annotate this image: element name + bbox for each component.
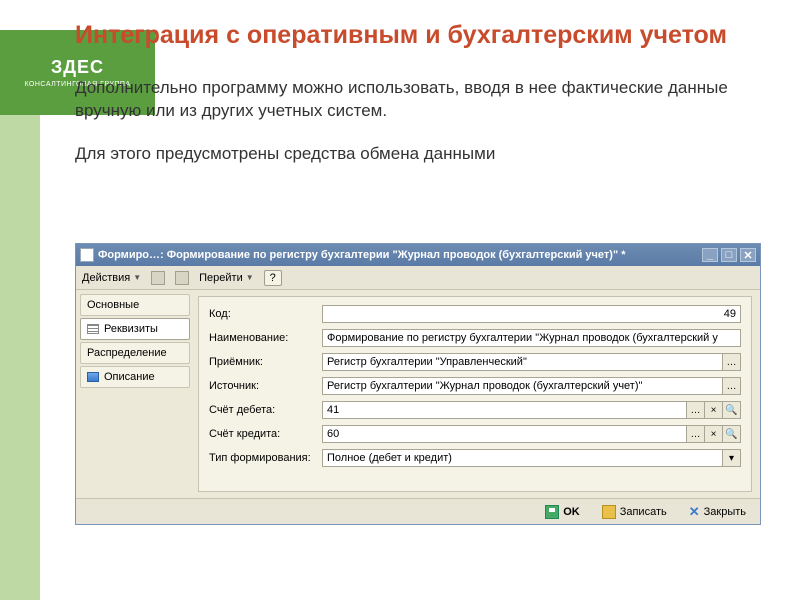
sidebar-item-main[interactable]: Основные xyxy=(80,294,190,316)
code-label: Код: xyxy=(209,308,314,320)
actions-label: Действия xyxy=(82,272,130,284)
receiver-select-button[interactable]: … xyxy=(723,353,741,371)
sidebar-item-description[interactable]: Описание xyxy=(80,366,190,388)
name-input[interactable] xyxy=(322,329,741,347)
type-label: Тип формирования: xyxy=(209,452,314,464)
help-icon: ? xyxy=(270,272,276,284)
close-label: Закрыть xyxy=(704,506,746,518)
description-icon xyxy=(87,372,99,382)
slide-title: Интеграция с оперативным и бухгалтерским… xyxy=(75,20,755,51)
credit-clear-button[interactable]: × xyxy=(705,425,723,443)
chevron-down-icon: ▼ xyxy=(246,273,254,282)
type-dropdown-button[interactable]: ▾ xyxy=(723,449,741,467)
receiver-input[interactable] xyxy=(322,353,723,371)
document-icon xyxy=(80,248,94,262)
disk-icon xyxy=(602,505,616,519)
sidebar-item-distribution[interactable]: Распределение xyxy=(80,342,190,364)
titlebar[interactable]: Формиро…: Формирование по регистру бухга… xyxy=(76,244,760,266)
go-menu[interactable]: Перейти ▼ xyxy=(199,272,254,284)
sidebar-label: Реквизиты xyxy=(104,323,158,335)
type-input[interactable] xyxy=(322,449,723,467)
toolbar-icon-1[interactable] xyxy=(151,271,165,285)
receiver-label: Приёмник: xyxy=(209,356,314,368)
credit-select-button[interactable]: … xyxy=(687,425,705,443)
toolbar: Действия ▼ Перейти ▼ ? xyxy=(76,266,760,290)
close-button[interactable]: ✕ Закрыть xyxy=(683,502,752,522)
debit-select-button[interactable]: … xyxy=(687,401,705,419)
slide-para-1: Дополнительно программу можно использова… xyxy=(75,77,755,123)
list-icon xyxy=(87,324,99,334)
source-label: Источник: xyxy=(209,380,314,392)
close-icon: ✕ xyxy=(689,504,700,520)
chevron-down-icon: ▼ xyxy=(133,273,141,282)
debit-label: Счёт дебета: xyxy=(209,404,314,416)
window-title: Формиро…: Формирование по регистру бухга… xyxy=(98,249,698,261)
credit-input[interactable] xyxy=(322,425,687,443)
app-window: Формиро…: Формирование по регистру бухга… xyxy=(75,243,761,525)
sidebar-item-requisites[interactable]: Реквизиты xyxy=(80,318,190,340)
minimize-button[interactable]: _ xyxy=(702,248,718,262)
write-label: Записать xyxy=(620,506,667,518)
sidebar-label: Описание xyxy=(104,371,155,383)
sidebar: Основные Реквизиты Распределение Описани… xyxy=(76,290,194,498)
sidebar-label: Распределение xyxy=(87,347,167,359)
sidebar-label: Основные xyxy=(87,299,139,311)
maximize-button[interactable]: □ xyxy=(721,248,737,262)
slide-para-2: Для этого предусмотрены средства обмена … xyxy=(75,143,755,166)
credit-label: Счёт кредита: xyxy=(209,428,314,440)
ok-label: OK xyxy=(563,506,580,518)
debit-clear-button[interactable]: × xyxy=(705,401,723,419)
source-select-button[interactable]: … xyxy=(723,377,741,395)
toolbar-icon-2[interactable] xyxy=(175,271,189,285)
go-label: Перейти xyxy=(199,272,243,284)
actions-menu[interactable]: Действия ▼ xyxy=(82,272,141,284)
debit-search-button[interactable]: 🔍 xyxy=(723,401,741,419)
save-icon xyxy=(545,505,559,519)
credit-search-button[interactable]: 🔍 xyxy=(723,425,741,443)
close-window-button[interactable]: ✕ xyxy=(740,248,756,262)
write-button[interactable]: Записать xyxy=(596,502,673,522)
help-button[interactable]: ? xyxy=(264,270,282,286)
ok-button[interactable]: OK xyxy=(539,502,586,522)
decorative-stripe xyxy=(0,115,40,600)
form-panel: Код: Наименование: Приёмник: … Источник: xyxy=(198,296,752,492)
source-input[interactable] xyxy=(322,377,723,395)
debit-input[interactable] xyxy=(322,401,687,419)
code-input[interactable] xyxy=(322,305,741,323)
name-label: Наименование: xyxy=(209,332,314,344)
bottom-bar: OK Записать ✕ Закрыть xyxy=(76,498,760,524)
